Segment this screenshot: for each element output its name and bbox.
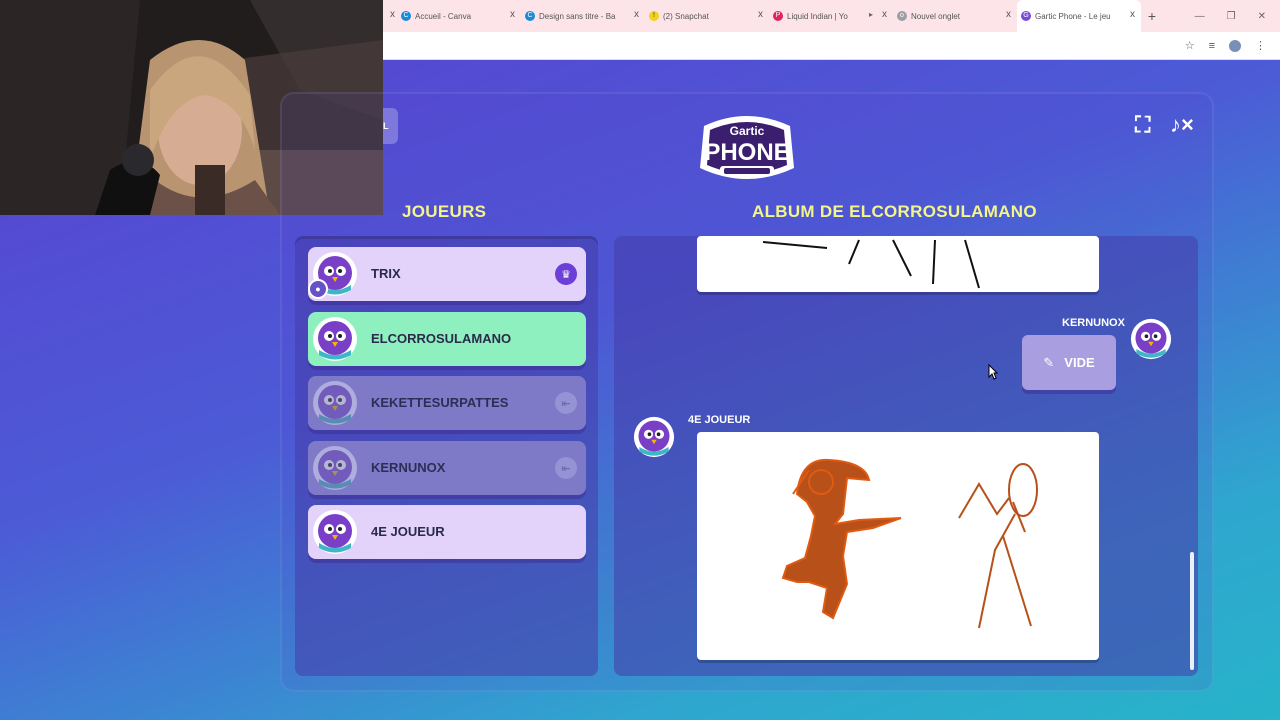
svg-text:PHONE: PHONE (704, 139, 789, 166)
browser-tab-gartic[interactable]: G Gartic Phone - Le jeu x (1017, 0, 1141, 32)
svg-text:Gartic: Gartic (730, 124, 765, 138)
reading-list-icon[interactable]: ≡ (1209, 40, 1215, 52)
crown-icon: ♛ (555, 263, 577, 285)
close-icon[interactable]: x (1130, 9, 1135, 20)
entry-author: 4E JOUEUR (688, 414, 751, 426)
tab-title: Gartic Phone - Le jeu (1035, 11, 1111, 21)
window-close-icon[interactable]: ✕ (1258, 11, 1266, 22)
mouse-cursor-icon (988, 364, 998, 380)
browser-tab-new[interactable]: o Nouvel onglet x (893, 0, 1017, 32)
player-row: KERNUNOX ⇤ (308, 441, 586, 495)
exit-icon: ⇤ (555, 392, 577, 414)
close-icon[interactable]: x (510, 9, 515, 20)
user-icon: ● (308, 279, 328, 299)
browser-tab-youtube[interactable]: P Liquid Indian | Yo ▸ x (769, 0, 893, 32)
mute-icon[interactable]: ♪× (1170, 112, 1194, 138)
players-title: JOUEURS (402, 202, 487, 221)
snapchat-icon: ! (649, 11, 659, 21)
address-bar: ☆ ≡ ⋮ (383, 32, 1280, 60)
player-name: 4E JOUEUR (371, 524, 445, 539)
menu-kebab-icon[interactable]: ⋮ (1255, 39, 1266, 52)
tab-title: Liquid Indian | Yo (787, 11, 848, 21)
player-name: ELCORROSULAMANO (371, 331, 512, 346)
bird-avatar-icon (313, 446, 357, 490)
canva-icon: C (525, 11, 535, 21)
pinterest-icon: P (773, 11, 783, 21)
browser-tab-snapchat[interactable]: ! (2) Snapchat x (645, 0, 769, 32)
tab-title: Accueil - Canva (415, 11, 472, 21)
player-row: KEKETTESURPATTES ⇤ (308, 376, 586, 430)
back-button[interactable]: L (383, 108, 398, 144)
gartic-phone-logo: Gartic PHONE (700, 116, 794, 179)
chrome-icon: o (897, 11, 907, 21)
close-icon[interactable]: x (1006, 9, 1011, 20)
album-title: ALBUM DE ELCORROSULAMANO (752, 202, 1037, 221)
profile-avatar-icon[interactable] (1229, 39, 1241, 52)
exit-icon: ⇤ (555, 457, 577, 479)
sketch-drawing (762, 239, 980, 289)
canva-icon: C (401, 11, 411, 21)
browser-tab-overflow[interactable]: x (383, 0, 397, 32)
browser-tab-canva-home[interactable]: C Accueil - Canva x (397, 0, 521, 32)
tab-title: (2) Snapchat (663, 11, 709, 21)
player-name: KEKETTESURPATTES (371, 395, 509, 410)
gartic-icon: G (1021, 11, 1031, 21)
bird-avatar-icon (633, 416, 675, 458)
close-icon[interactable]: x (882, 9, 887, 20)
restore-icon[interactable]: ❐ (1227, 11, 1236, 22)
player-row: 4E JOUEUR (308, 505, 586, 559)
player-row: ELCORROSULAMANO (308, 312, 586, 366)
entry-author: KERNUNOX (1062, 317, 1125, 329)
pencil-icon: ✎ (1043, 354, 1055, 370)
speaker-icon[interactable]: ▸ (869, 10, 873, 19)
browser-tab-canva-design[interactable]: C Design sans titre - Ba x (521, 0, 645, 32)
player-name: TRIX (371, 266, 401, 281)
bird-avatar-icon (313, 510, 357, 554)
album-drawing-previous (697, 236, 1099, 292)
bird-avatar-icon (313, 381, 357, 425)
album-drawing-current (697, 432, 1099, 660)
browser-tab-bar: x C Accueil - Canva x C Design sans titr… (383, 0, 1280, 32)
bookmark-star-icon[interactable]: ☆ (1185, 39, 1195, 52)
player-name: KERNUNOX (371, 460, 446, 475)
new-tab-button[interactable]: + (1141, 8, 1163, 24)
fullscreen-icon[interactable]: ⛶ (1135, 112, 1150, 138)
album-scrollbar[interactable] (1190, 552, 1194, 670)
tab-title: Nouvel onglet (911, 11, 960, 21)
empty-entry-card: ✎ VIDE (1022, 335, 1116, 390)
tab-title: Design sans titre - Ba (539, 11, 616, 21)
empty-entry-label: VIDE (1064, 355, 1095, 370)
bird-avatar-icon (313, 317, 357, 361)
minimize-icon[interactable]: — (1195, 11, 1205, 22)
player-row: TRIX ♛ (308, 247, 586, 301)
close-icon[interactable]: x (390, 9, 395, 20)
close-icon[interactable]: x (758, 9, 763, 20)
close-icon[interactable]: x (634, 9, 639, 20)
window-controls: — ❐ ✕ (1195, 11, 1280, 22)
bird-avatar-icon (1130, 318, 1172, 360)
brown-figures-drawing (781, 458, 1038, 629)
